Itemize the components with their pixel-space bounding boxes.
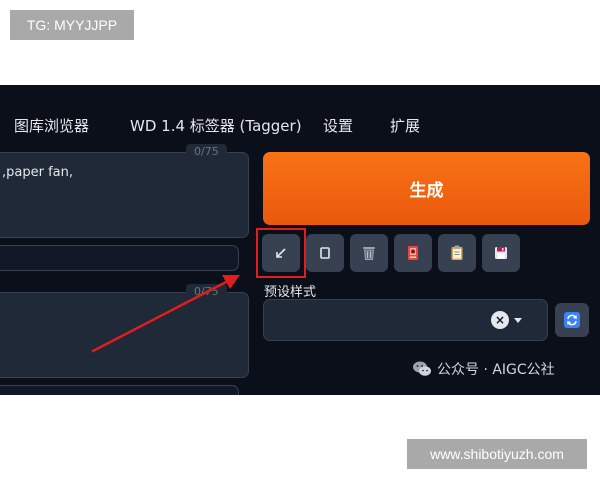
generate-button[interactable]: 生成 [263, 152, 590, 225]
trash-button[interactable] [350, 234, 388, 272]
prompt-text: ,paper fan, [2, 165, 73, 180]
refresh-icon [564, 312, 580, 328]
floppy-icon [495, 247, 507, 259]
refresh-styles-button[interactable] [555, 303, 589, 337]
generate-label: 生成 [409, 181, 444, 201]
clipboard-icon [451, 245, 463, 260]
tab-extensions[interactable]: 扩展 [390, 116, 420, 136]
credit-text: 公众号 · AIGC公社 [437, 362, 555, 378]
trash-icon [363, 247, 375, 260]
styles-dropdown[interactable]: × [263, 299, 548, 341]
negative-input-row[interactable] [0, 385, 239, 395]
save-style-button[interactable] [482, 234, 520, 272]
square-icon [320, 247, 330, 259]
prompt-input-row[interactable] [0, 245, 239, 271]
clear-selection-icon[interactable]: × [491, 311, 509, 329]
negative-prompt-textarea[interactable] [0, 292, 249, 378]
wechat-icon [413, 361, 431, 376]
prompt-token-counter: 0/75 [186, 144, 227, 160]
webui-panel: 图库浏览器 WD 1.4 标签器 (Tagger) 设置 扩展 0/75 ,pa… [0, 85, 600, 395]
card-icon [408, 246, 418, 260]
wechat-credit: 公众号 · AIGC公社 [412, 359, 555, 379]
chevron-down-icon[interactable] [514, 318, 522, 323]
clipboard-button[interactable] [438, 234, 476, 272]
tab-tagger[interactable]: WD 1.4 标签器 (Tagger) [130, 116, 302, 136]
tab-settings[interactable]: 设置 [323, 116, 353, 136]
extra-networks-button[interactable] [394, 234, 432, 272]
watermark-top: TG: MYYJJPP [10, 10, 134, 40]
clear-prompt-button[interactable] [306, 234, 344, 272]
styles-label: 预设样式 [264, 285, 317, 300]
tool-highlight-box [256, 228, 306, 278]
watermark-bottom: www.shibotiyuzh.com [407, 439, 587, 469]
negative-token-counter: 0/75 [186, 284, 227, 300]
tab-image-browser[interactable]: 图库浏览器 [14, 116, 89, 136]
